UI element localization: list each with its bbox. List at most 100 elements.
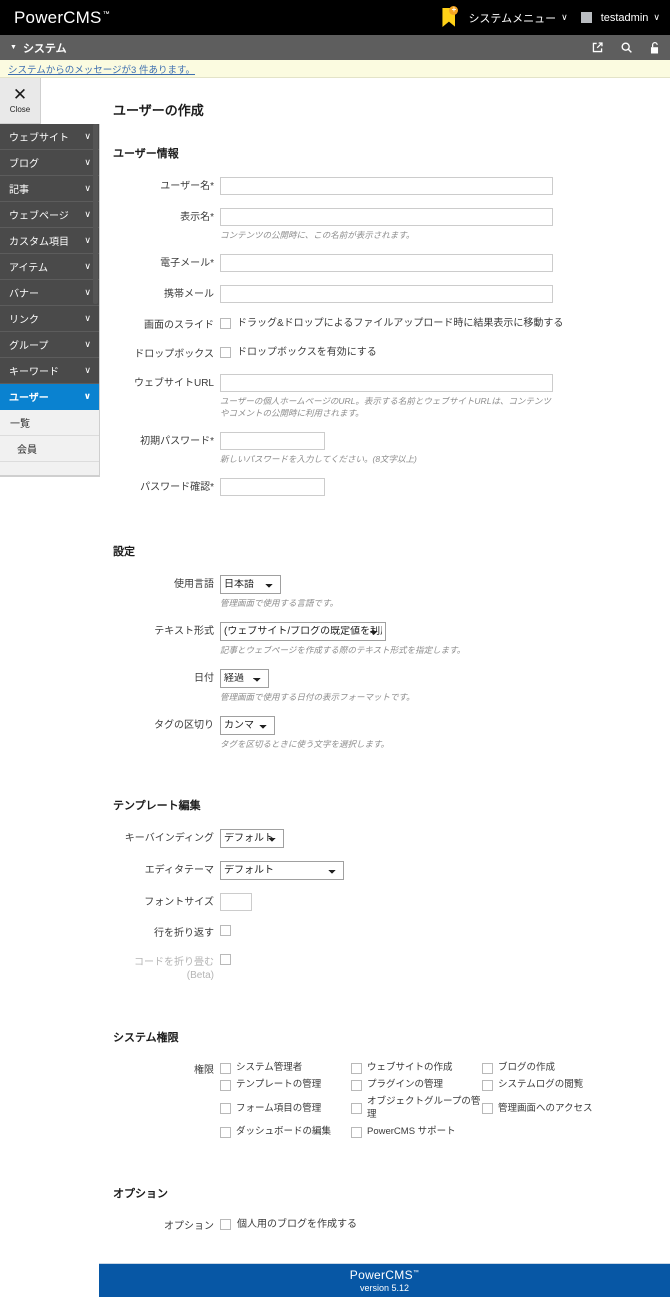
sidebar-subitem[interactable]: 会員: [0, 436, 99, 462]
sidebar-item[interactable]: 記事 ∨: [0, 176, 99, 202]
sidebar-item[interactable]: ウェブページ ∨: [0, 202, 99, 228]
field-row-email: 電子メール*: [113, 254, 670, 272]
label-email: 電子メール*: [160, 258, 214, 269]
sidebar-item[interactable]: ブログ ∨: [0, 150, 99, 176]
permission-label: テンプレートの管理: [236, 1079, 322, 1090]
sidebar-item[interactable]: バナー ∨: [0, 280, 99, 306]
chevron-down-icon: ∨: [84, 235, 91, 245]
email-input[interactable]: [220, 254, 553, 272]
user-menu-dropdown[interactable]: testadmin ∨: [580, 11, 660, 24]
field-row-screen-slide: 画面のスライド ドラッグ&ドロップによるファイルアップロード時に結果表示に移動す…: [113, 316, 670, 332]
font-size-input[interactable]: [220, 893, 252, 911]
system-message-link[interactable]: システムからのメッセージが3 件あります。: [8, 62, 195, 76]
permission-checkbox[interactable]: [220, 1062, 231, 1074]
permission-checkbox[interactable]: [482, 1103, 493, 1114]
permission-checkbox[interactable]: [351, 1079, 362, 1091]
website-url-input[interactable]: [220, 374, 553, 392]
permission-checkbox[interactable]: [220, 1126, 231, 1138]
sidebar-item[interactable]: ユーザー ∨: [0, 384, 99, 410]
label-language: 使用言語: [174, 579, 214, 590]
sidebar-item-label: アイテム: [9, 263, 48, 274]
unlock-icon[interactable]: [649, 41, 660, 55]
keybinding-select[interactable]: デフォルト: [220, 829, 284, 848]
permission-label: システム管理者: [236, 1062, 303, 1073]
username-input[interactable]: [220, 177, 553, 195]
chevron-down-icon: ∨: [84, 157, 91, 167]
sidebar-item-label: リンク: [9, 315, 39, 326]
sidebar-scrollbar[interactable]: [93, 124, 98, 304]
permission-checkbox[interactable]: [482, 1079, 493, 1091]
system-bar-title: システム: [22, 42, 67, 55]
hint-displayname: コンテンツの公開時に、この名前が表示されます。: [220, 230, 415, 240]
permission-item: ダッシュボードの編集: [220, 1125, 351, 1138]
sidebar: ✕ Close ウェブサイト ∨ ブログ ∨ 記事 ∨ ウェブページ ∨ カスタム項目 ∨ アイテム…: [0, 78, 100, 477]
screen-slide-checkbox[interactable]: [220, 318, 231, 329]
label-text-format: テキスト形式: [154, 626, 214, 637]
chevron-down-icon: ∨: [84, 209, 91, 219]
hint-tag-delimiter: タグを区切るときに使う文字を選択します。: [220, 739, 390, 749]
sidebar-item-label: キーワード: [9, 367, 59, 378]
password-confirm-input[interactable]: [220, 478, 325, 496]
field-row-displayname: 表示名* コンテンツの公開時に、この名前が表示されます。: [113, 208, 670, 241]
sidebar-item[interactable]: ウェブサイト ∨: [0, 124, 99, 150]
section-heading-options: オプション: [113, 1188, 168, 1200]
app-logo[interactable]: PowerCMS™: [14, 8, 110, 28]
sidebar-close-label: Close: [9, 105, 31, 114]
chevron-down-icon: ∨: [83, 391, 91, 401]
system-message-bar: システムからのメッセージが3 件あります。: [0, 60, 670, 78]
dropbox-checkbox[interactable]: [220, 347, 231, 358]
label-fold-code: コードを折り畳む(Beta): [134, 957, 214, 981]
sidebar-nav: ウェブサイト ∨ ブログ ∨ 記事 ∨ ウェブページ ∨ カスタム項目 ∨ アイテム ∨ バナー ∨ リンク…: [0, 124, 100, 477]
caret-down-icon[interactable]: ▼: [10, 44, 17, 51]
label-dropbox: ドロップボックス: [134, 349, 214, 360]
create-personal-blog-checkbox[interactable]: [220, 1219, 231, 1230]
chevron-down-icon: ∨: [84, 287, 91, 297]
footer-brand: PowerCMS™: [350, 1268, 419, 1282]
sidebar-item[interactable]: グループ ∨: [0, 332, 99, 358]
sidebar-close-button[interactable]: ✕ Close: [0, 78, 41, 124]
dropbox-checkbox-label: ドロップボックスを有効にする: [237, 347, 377, 358]
bookmark-plus-badge: +: [449, 6, 459, 15]
tag-delimiter-select[interactable]: カンマ: [220, 716, 275, 735]
permission-checkbox[interactable]: [482, 1062, 493, 1074]
permission-item: システムログの閲覧: [482, 1078, 622, 1091]
sidebar-item[interactable]: リンク ∨: [0, 306, 99, 332]
label-options: オプション: [164, 1221, 214, 1232]
mobile-email-input[interactable]: [220, 285, 553, 303]
displayname-input[interactable]: [220, 208, 553, 226]
sidebar-item[interactable]: カスタム項目 ∨: [0, 228, 99, 254]
date-format-select[interactable]: 経過: [220, 669, 269, 688]
field-row-fold-code: コードを折り畳む(Beta): [113, 953, 670, 982]
field-row-dropbox: ドロップボックス ドロップボックスを有効にする: [113, 345, 670, 361]
bookmark-add-icon[interactable]: +: [442, 6, 459, 27]
hint-date: 管理画面で使用する日付の表示フォーマットです。: [220, 692, 415, 702]
sidebar-item[interactable]: アイテム ∨: [0, 254, 99, 280]
chevron-down-icon: ∨: [561, 12, 568, 22]
system-menu-dropdown[interactable]: システムメニュー ∨: [468, 10, 567, 26]
editor-theme-select[interactable]: デフォルト: [220, 861, 344, 880]
language-select[interactable]: 日本語English: [220, 575, 281, 594]
permission-checkbox[interactable]: [351, 1103, 362, 1114]
permission-checkbox[interactable]: [351, 1126, 362, 1138]
sidebar-item[interactable]: キーワード ∨: [0, 358, 99, 384]
permission-label: 管理画面へのアクセス: [498, 1102, 593, 1114]
initial-password-input[interactable]: [220, 432, 325, 450]
permission-checkbox[interactable]: [220, 1103, 231, 1114]
field-row-options: オプション 個人用のブログを作成する: [113, 1217, 670, 1233]
hint-language: 管理画面で使用する言語です。: [220, 598, 339, 608]
permission-label: プラグインの管理: [367, 1079, 444, 1090]
section-heading-template-edit: テンプレート編集: [113, 800, 201, 812]
user-menu-label: testadmin: [600, 11, 649, 24]
page-title: ユーザーの作成: [113, 103, 204, 118]
sidebar-subitem[interactable]: 一覧: [0, 410, 99, 436]
permission-checkbox[interactable]: [220, 1079, 231, 1091]
external-link-icon[interactable]: [591, 41, 604, 54]
fold-code-checkbox[interactable]: [220, 954, 231, 965]
label-screen-slide: 画面のスライド: [144, 320, 214, 331]
field-row-tag-delimiter: タグの区切り カンマ タグを区切るときに使う文字を選択します。: [113, 716, 670, 750]
wrap-lines-checkbox[interactable]: [220, 925, 231, 936]
search-icon[interactable]: [620, 41, 633, 54]
permission-checkbox[interactable]: [351, 1062, 362, 1074]
label-editor-theme: エディタテーマ: [144, 865, 214, 876]
text-format-select[interactable]: (ウェブサイト/ブログの既定値を利用): [220, 622, 386, 641]
